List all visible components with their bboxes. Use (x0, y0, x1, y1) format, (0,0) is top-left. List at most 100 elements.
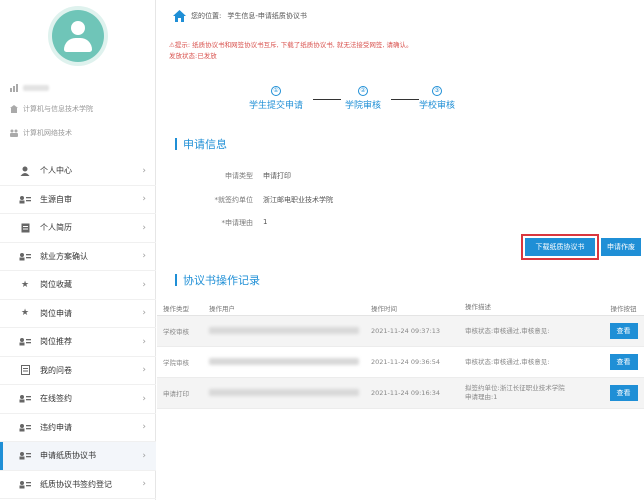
cell-action: 查看 (603, 354, 644, 370)
id-card-icon (18, 393, 32, 405)
sidebar-item-paper-agreement-registration[interactable]: 纸质协议书签约登记 › (0, 471, 156, 499)
table-row: 学院审核 2021-11-24 09:36:54 审核状态:审核通过,审核意见:… (157, 347, 644, 378)
breadcrumb: 您的位置: 学生信息-申请纸质协议书 (173, 10, 307, 22)
chevron-right-icon: › (142, 422, 146, 433)
cell-action: 查看 (603, 323, 644, 339)
sidebar-item-label: 我的问卷 (40, 365, 72, 375)
breadcrumb-prefix: 您的位置: (191, 11, 222, 20)
desc-line: 申请理由:1 (465, 393, 498, 401)
records-table: 操作类型 操作用户 操作时间 操作描述 操作按钮 学校审核 2021-11-24… (157, 300, 644, 409)
field-employer: *就签约单位 浙江邮电职业技术学院 (185, 195, 334, 205)
view-button[interactable]: 查看 (609, 323, 638, 339)
step-label: 学生提交申请 (249, 101, 304, 111)
section-title-text: 协议书操作记录 (183, 274, 260, 287)
cell-desc: 审核状态:审核通过,审核意见: (465, 358, 603, 367)
header-desc: 操作描述 (465, 303, 491, 311)
field-apply-reason: *申请理由 1 (185, 218, 268, 228)
step-school-review: ③ 学校审核 (419, 86, 455, 111)
avatar-head-shape (71, 21, 85, 35)
step-connector (313, 99, 341, 100)
sidebar-item-label: 个人中心 (40, 166, 72, 176)
group-icon (10, 129, 18, 137)
id-card-icon (18, 478, 32, 490)
chevron-right-icon: › (142, 308, 146, 319)
field-value: 浙江邮电职业技术学院 (263, 196, 333, 204)
document-icon (18, 222, 32, 234)
field-label: *申请理由 (221, 219, 254, 227)
section-title-text: 申请信息 (183, 138, 227, 151)
breadcrumb-path: 学生信息-申请纸质协议书 (227, 11, 307, 20)
star-icon: ★ (20, 308, 30, 319)
star-icon: ★ (20, 279, 30, 290)
building-icon (10, 105, 18, 113)
redacted-user (209, 326, 359, 334)
step-college-review: ② 学院审核 (345, 86, 381, 111)
field-value: 申请打印 (263, 172, 291, 180)
field-label: *就签约单位 (214, 196, 254, 204)
chevron-right-icon: › (142, 479, 146, 490)
sidebar-item-label: 违约申请 (40, 422, 72, 432)
list-icon (18, 364, 32, 376)
id-card-icon (18, 421, 32, 433)
sidebar-item-my-survey[interactable]: 我的问卷 › (0, 357, 156, 385)
id-card-icon (18, 193, 32, 205)
download-paper-agreement-button[interactable]: 下载纸质协议书 (521, 234, 599, 260)
sidebar-item-source-review[interactable]: 生源自审 › (0, 186, 156, 214)
section-title-apply-info: 申请信息 (175, 136, 227, 152)
id-card-icon (18, 250, 32, 262)
sidebar-item-employment-plan[interactable]: 就业方案确认 › (0, 243, 156, 271)
avatar-body-shape (64, 38, 92, 52)
cell-desc: 拟签约单位:浙江长征职业技术学院 申请理由:1 (465, 384, 603, 402)
step-number: ③ (432, 86, 442, 96)
apply-void-button[interactable]: 申请作废 (601, 238, 641, 256)
sidebar-item-label: 岗位收藏 (40, 280, 72, 290)
field-label: 申请类型 (225, 172, 253, 180)
cell-type: 申请打印 (163, 390, 189, 398)
section-bar (175, 138, 177, 150)
sidebar-item-label: 岗位推荐 (40, 337, 72, 347)
sidebar-item-label: 在线签约 (40, 394, 72, 404)
home-icon[interactable] (173, 10, 186, 22)
sidebar-item-label: 申请纸质协议书 (40, 451, 96, 461)
sidebar-item-resume[interactable]: 个人简历 › (0, 214, 156, 243)
header-user: 操作用户 (209, 304, 235, 313)
view-button[interactable]: 查看 (609, 354, 638, 370)
sidebar-item-breach-application[interactable]: 违约申请 › (0, 414, 156, 442)
chevron-right-icon: › (142, 393, 146, 404)
view-button[interactable]: 查看 (609, 385, 638, 401)
sidebar-item-job-recommend[interactable]: 岗位推荐 › (0, 328, 156, 357)
cell-time: 2021-11-24 09:37:13 (371, 327, 441, 335)
warning-notice: ⚠提示: 纸质协议书和网签协议书互斥, 下载了纸质协议书, 就无法接受网签, 请… (169, 40, 629, 62)
header-time: 操作时间 (371, 304, 397, 313)
sidebar-menu: 个人中心 › 生源自审 › 个人简历 › 就业方案确认 › ★ 岗位收藏 › ★… (0, 157, 156, 499)
section-bar (175, 274, 177, 286)
major-label: 计算机网络技术 (23, 129, 72, 137)
sidebar-item-label: 岗位申请 (40, 308, 72, 318)
chevron-right-icon: › (142, 279, 146, 290)
id-card-icon (18, 450, 32, 462)
avatar[interactable] (52, 10, 104, 62)
cell-user (209, 357, 371, 367)
step-number: ② (358, 86, 368, 96)
sidebar-item-job-favorites[interactable]: ★ 岗位收藏 › (0, 271, 156, 300)
field-value: 1 (263, 218, 268, 226)
sidebar-item-label: 就业方案确认 (40, 251, 88, 261)
step-connector (391, 99, 419, 100)
chevron-right-icon: › (142, 194, 146, 205)
chevron-right-icon: › (142, 336, 146, 347)
step-submit: ① 学生提交申请 (249, 86, 303, 111)
sidebar-item-online-signing[interactable]: 在线签约 › (0, 385, 156, 414)
desc-line: 审核状态:审核通过,审核意见: (465, 326, 550, 335)
table-header: 操作类型 操作用户 操作时间 操作描述 操作按钮 (157, 300, 644, 316)
bar-chart-icon (10, 84, 18, 92)
sidebar-item-personal-center[interactable]: 个人中心 › (0, 157, 156, 186)
redacted-user (209, 357, 359, 365)
sidebar-item-paper-agreement[interactable]: 申请纸质协议书 › (0, 442, 156, 471)
sidebar-item-job-application[interactable]: ★ 岗位申请 › (0, 300, 156, 328)
desc-line: 拟签约单位:浙江长征职业技术学院 (465, 384, 565, 392)
notice-line: ⚠提示: 纸质协议书和网签协议书互斥, 下载了纸质协议书, 就无法接受网签, 请… (169, 41, 413, 49)
cell-time: 2021-11-24 09:36:54 (371, 358, 441, 366)
cell-user (209, 388, 371, 398)
college-label: 计算机与信息技术学院 (23, 105, 93, 113)
sidebar-item-label: 生源自审 (40, 194, 72, 204)
